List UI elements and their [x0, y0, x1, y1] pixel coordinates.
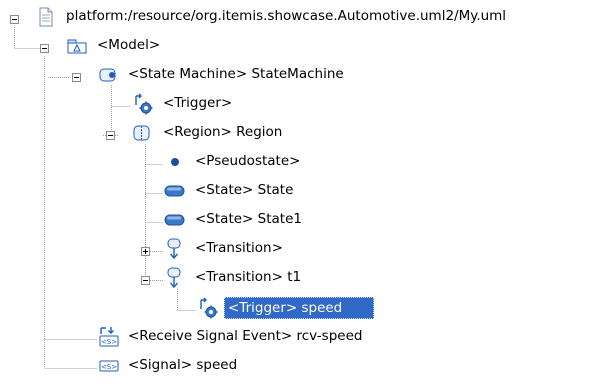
collapse-toggle[interactable] [10, 15, 19, 24]
tree-item-label: <Trigger> [163, 95, 233, 111]
tree-item-label: <Transition> [195, 240, 283, 256]
tree-item-label: <Pseudostate> [195, 153, 301, 169]
region-icon [131, 122, 153, 144]
svg-text:<S>: <S> [101, 338, 117, 346]
tree-item-label: <Transition> t1 [195, 269, 302, 285]
trigger-icon [132, 93, 154, 115]
expand-toggle[interactable] [141, 247, 150, 256]
tree-item-label: <Model> [97, 37, 161, 53]
tree-item-label: <State> State1 [195, 211, 302, 227]
tree-item-resource[interactable]: platform:/resource/org.itemis.showcase.A… [0, 5, 603, 34]
state-icon [163, 180, 185, 202]
tree-item-pseudostate[interactable]: <Pseudostate> [0, 150, 603, 179]
tree-item-signal[interactable]: <S> <Signal> speed [0, 354, 603, 383]
document-icon [35, 6, 57, 28]
tree-item-label-selected: <Trigger> speed [224, 297, 374, 319]
tree-item-label: <Region> Region [163, 124, 283, 140]
state-machine-icon [97, 64, 119, 86]
tree-item-trigger[interactable]: <Trigger> [0, 92, 603, 121]
signal-icon: <S> [98, 355, 120, 377]
tree-item-label: <Receive Signal Event> rcv-speed [128, 328, 363, 344]
tree-item-model[interactable]: <Model> [0, 34, 603, 63]
tree-item-region[interactable]: <Region> Region [0, 121, 603, 150]
trigger-icon [197, 297, 219, 319]
tree-item-trigger-speed[interactable]: <Trigger> speed [0, 296, 603, 325]
tree-item-receive-signal-event[interactable]: <S> <Receive Signal Event> rcv-speed [0, 325, 603, 354]
model-tree[interactable]: platform:/resource/org.itemis.showcase.A… [0, 0, 603, 381]
pseudostate-icon [164, 151, 186, 173]
tree-item-label: <State> State [195, 182, 294, 198]
tree-item-label: <Signal> speed [128, 357, 238, 373]
tree-item-state-machine[interactable]: <State Machine> StateMachine [0, 63, 603, 92]
tree-item-label: <State Machine> StateMachine [128, 66, 344, 82]
collapse-toggle[interactable] [106, 131, 115, 140]
transition-icon [163, 238, 185, 260]
tree-item-transition[interactable]: <Transition> [0, 237, 603, 266]
tree-item-transition-t1[interactable]: <Transition> t1 [0, 266, 603, 295]
tree-item-state[interactable]: <State> State [0, 179, 603, 208]
model-package-icon [66, 35, 88, 57]
transition-icon [163, 267, 185, 289]
svg-text:<S>: <S> [101, 363, 117, 371]
collapse-toggle[interactable] [141, 276, 150, 285]
state-icon [163, 209, 185, 231]
collapse-toggle[interactable] [72, 73, 81, 82]
tree-item-state1[interactable]: <State> State1 [0, 208, 603, 237]
receive-signal-event-icon: <S> [98, 326, 120, 348]
tree-item-label: platform:/resource/org.itemis.showcase.A… [66, 8, 507, 24]
collapse-toggle[interactable] [40, 44, 49, 53]
